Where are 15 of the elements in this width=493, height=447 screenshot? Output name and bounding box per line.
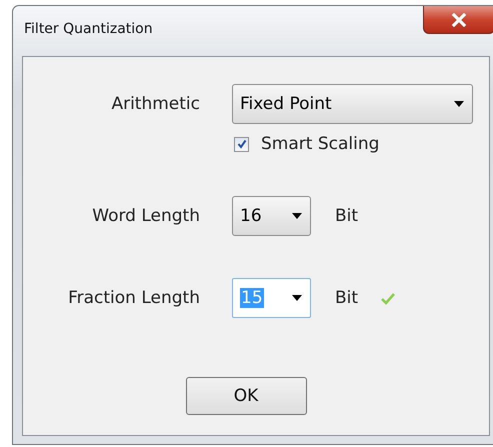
smart-scaling-checkbox[interactable]: Smart Scaling: [234, 134, 489, 154]
word-length-label: Word Length: [92, 206, 200, 226]
word-length-combo[interactable]: 16: [232, 196, 311, 236]
caret-icon: [292, 213, 302, 219]
caret-icon: [292, 295, 302, 301]
arithmetic-label: Arithmetic: [111, 94, 200, 114]
close-icon: [451, 12, 467, 26]
arithmetic-dropdown[interactable]: Fixed Point: [232, 84, 473, 124]
unit-label: Bit: [335, 288, 358, 308]
close-button[interactable]: [423, 6, 493, 34]
caret-icon: [454, 101, 464, 107]
window-title: Filter Quantization: [24, 21, 153, 37]
fraction-length-label: Fraction Length: [68, 288, 200, 308]
unit-label: Bit: [335, 206, 358, 226]
ok-button[interactable]: OK: [186, 377, 306, 415]
